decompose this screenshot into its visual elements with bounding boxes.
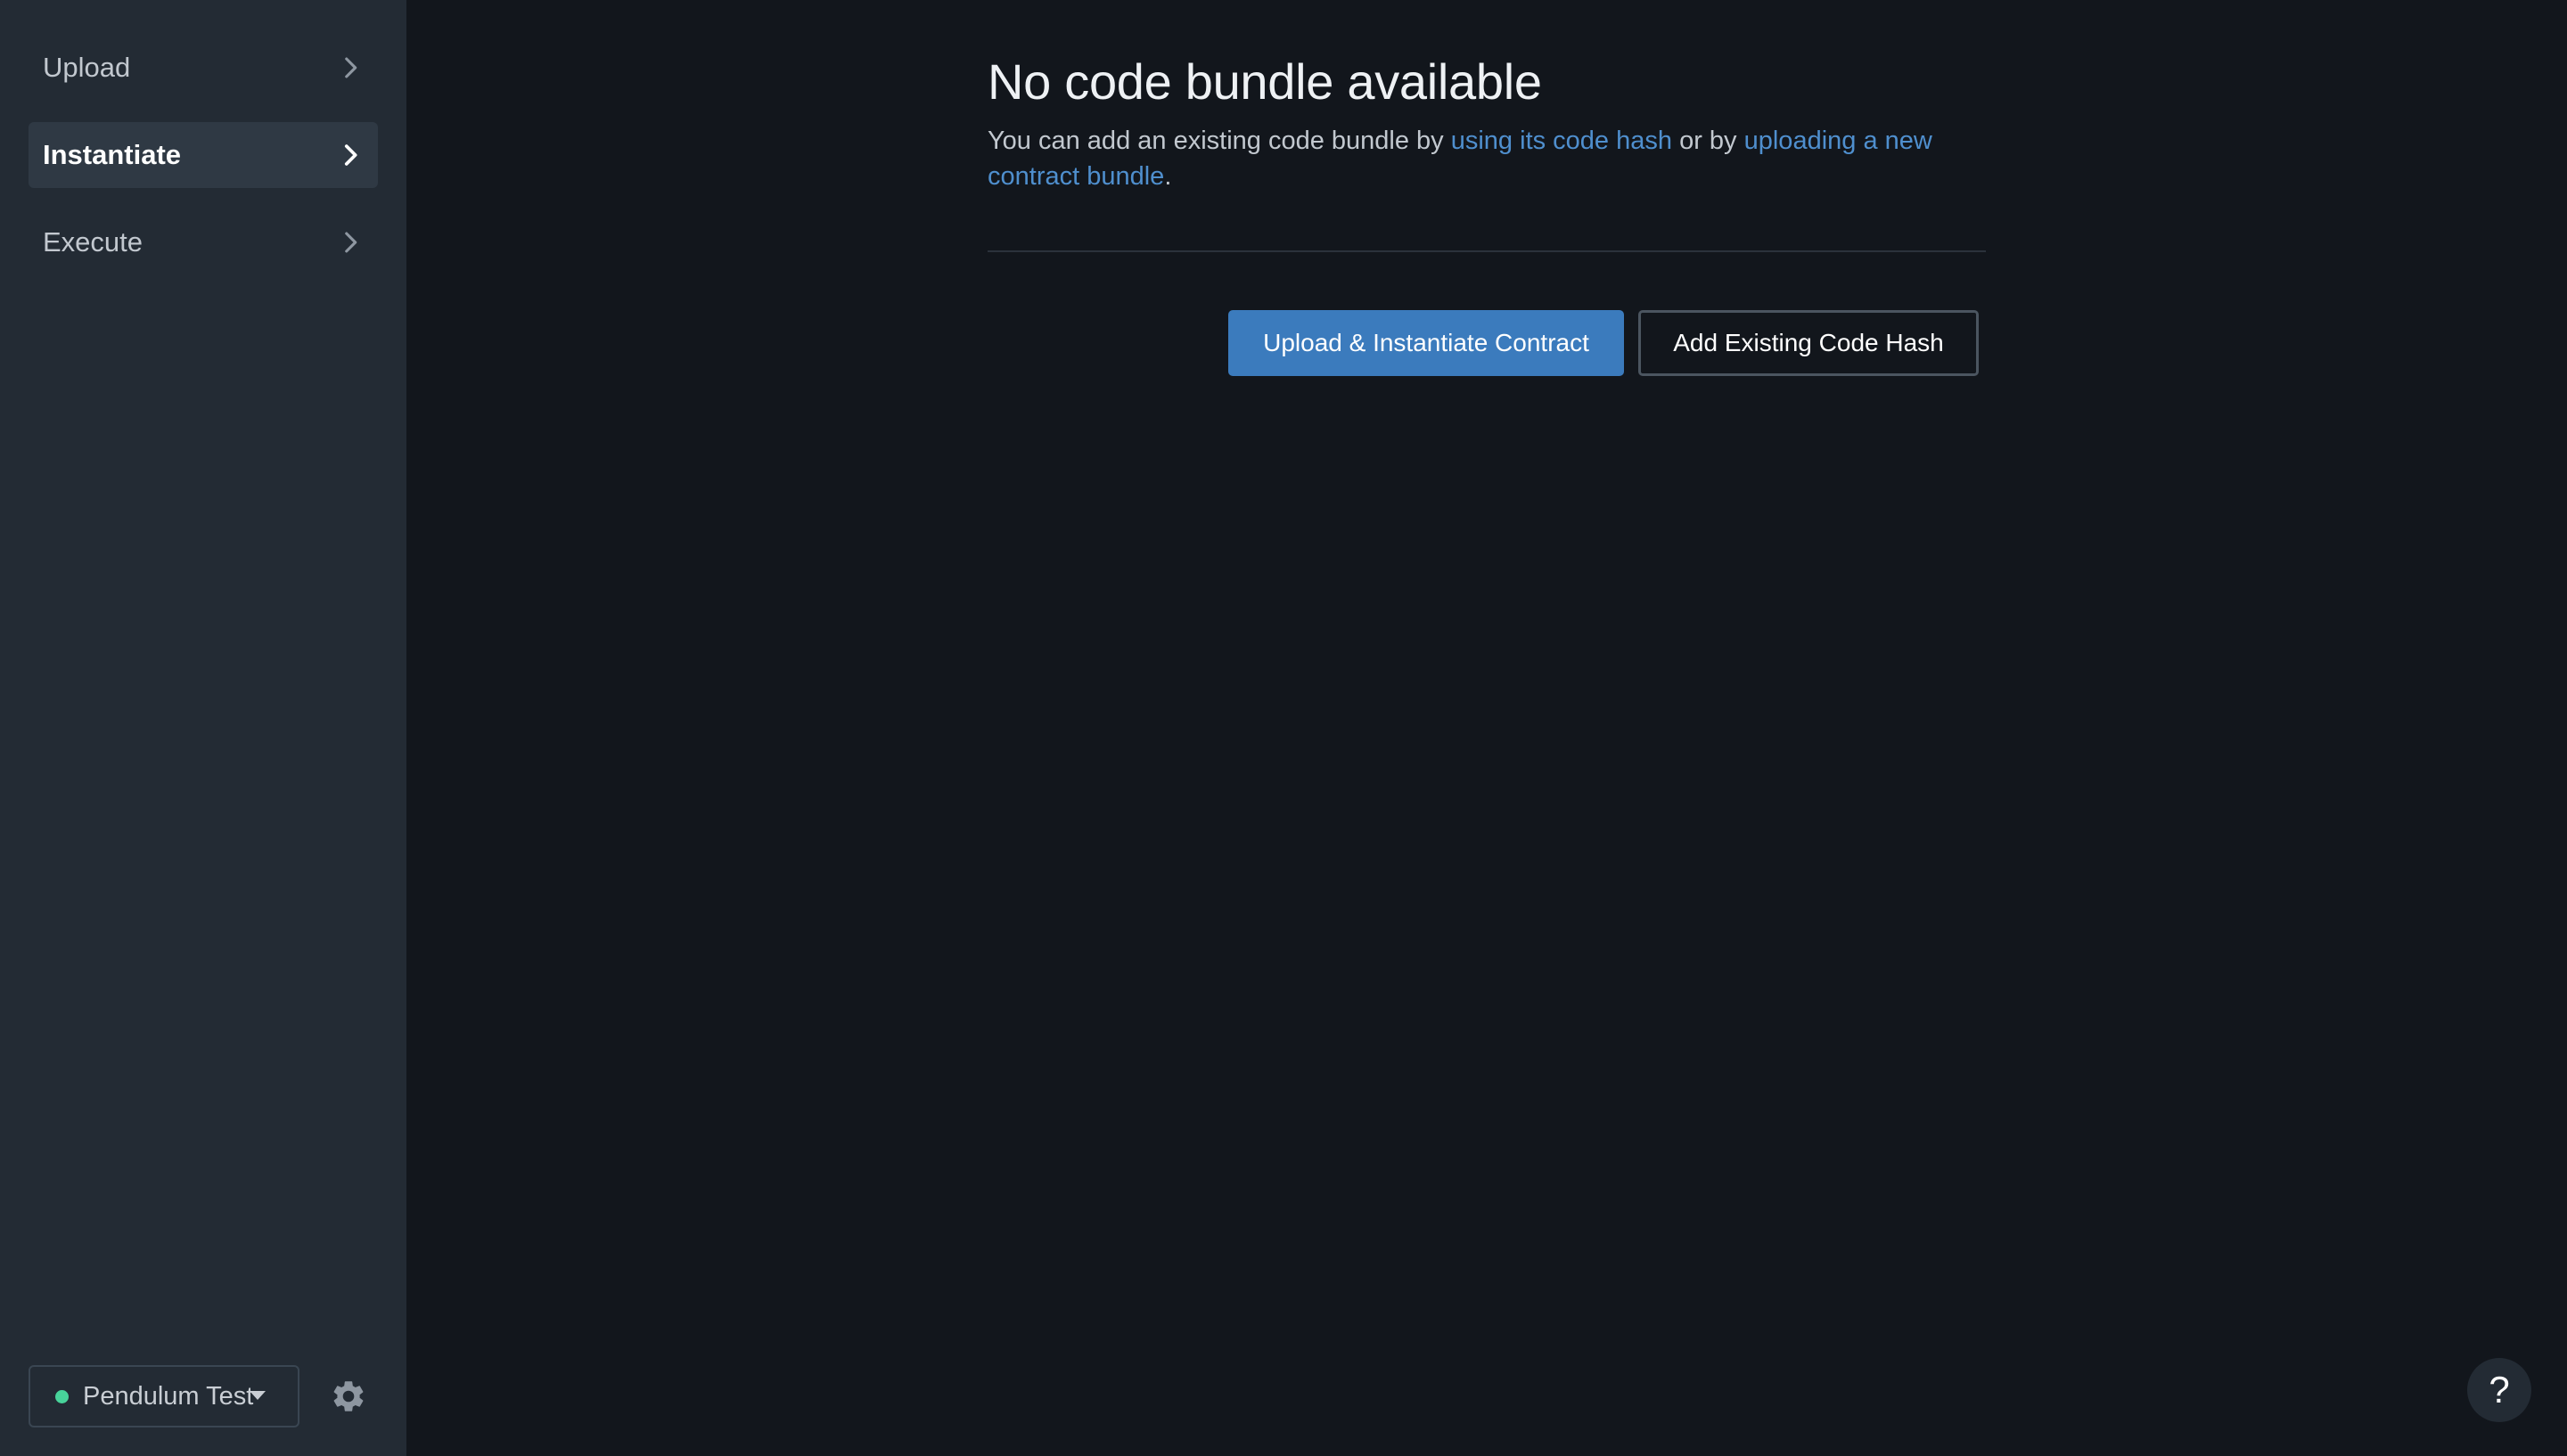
sidebar-item-instantiate[interactable]: Instantiate <box>29 122 378 188</box>
network-label: Pendulum Test <box>83 1381 254 1411</box>
status-dot <box>55 1389 69 1403</box>
description-text: . <box>1164 162 1172 191</box>
sidebar-item-execute[interactable]: Execute <box>29 209 378 275</box>
sidebar-item-label: Instantiate <box>43 139 182 170</box>
code-hash-link[interactable]: using its code hash <box>1451 127 1672 155</box>
network-select[interactable]: Pendulum Test <box>29 1365 299 1427</box>
add-code-hash-button[interactable]: Add Existing Code Hash <box>1638 310 1979 376</box>
page-title: No code bundle available <box>988 53 1542 110</box>
description-text: or by <box>1672 127 1744 155</box>
description-text: You can add an existing code bundle by <box>988 127 1451 155</box>
chevron-right-icon <box>335 140 365 170</box>
gear-icon[interactable] <box>330 1378 367 1415</box>
sidebar-item-upload[interactable]: Upload <box>29 35 378 101</box>
sidebar: Upload Instantiate Execute Pendulum Test <box>0 0 406 1456</box>
chevron-right-icon <box>335 53 365 83</box>
sidebar-item-label: Upload <box>43 52 131 83</box>
sidebar-item-label: Execute <box>43 226 144 258</box>
chevron-down-icon <box>250 1391 266 1400</box>
upload-instantiate-button[interactable]: Upload & Instantiate Contract <box>1228 310 1624 376</box>
help-icon[interactable]: ? <box>2467 1358 2531 1422</box>
page-description: You can add an existing code bundle by u… <box>988 123 1968 194</box>
chevron-right-icon <box>335 227 365 258</box>
main-content: No code bundle available You can add an … <box>988 50 1986 194</box>
divider <box>988 250 1986 252</box>
